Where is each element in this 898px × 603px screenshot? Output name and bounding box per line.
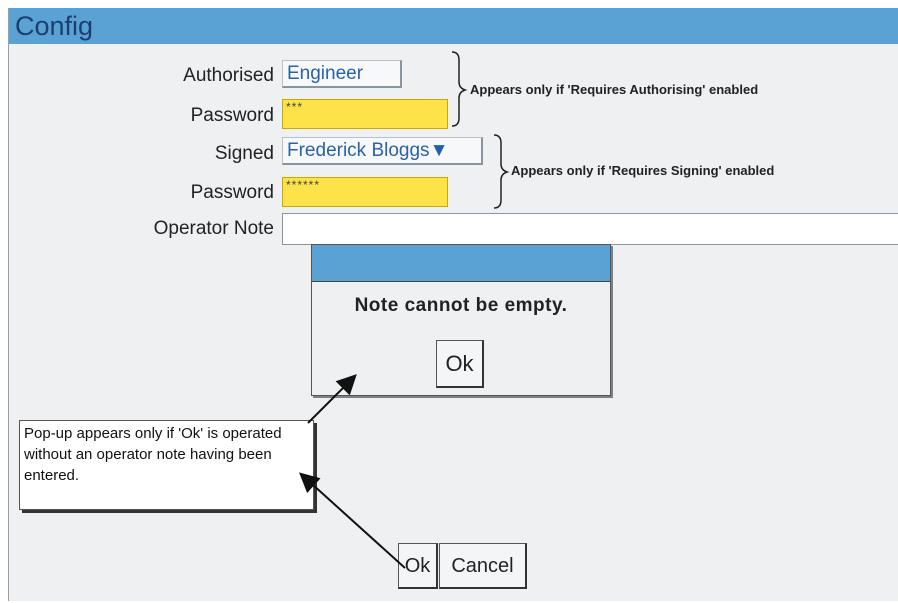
authorised-field[interactable]: Engineer: [282, 60, 402, 88]
title-bar: Config: [9, 8, 898, 44]
operator-note-label: Operator Note: [153, 218, 274, 239]
password1-mask: ***: [286, 100, 304, 114]
password2-field[interactable]: ******: [282, 177, 448, 207]
config-screen: Config Authorised Engineer Password *** …: [8, 8, 898, 601]
ok-label: Ok: [404, 555, 431, 577]
authorising-note: Appears only if 'Requires Authorising' e…: [470, 82, 759, 97]
chevron-down-icon: ▼: [429, 140, 449, 161]
cancel-button[interactable]: Cancel: [439, 543, 527, 589]
popup-ok-button[interactable]: Ok: [436, 340, 484, 388]
password2-mask: ******: [286, 178, 321, 192]
signed-label: Signed: [214, 143, 274, 164]
password1-label: Password: [190, 105, 274, 126]
password1-field[interactable]: ***: [282, 99, 448, 129]
authorised-label: Authorised: [183, 65, 274, 86]
operator-note-field[interactable]: [282, 213, 898, 245]
password2-label: Password: [190, 182, 274, 203]
popup-title-bar: [312, 245, 610, 282]
error-popup: Note cannot be empty. Ok: [311, 244, 611, 396]
popup-callout: Pop-up appears only if 'Ok' is operated …: [19, 420, 314, 510]
signing-note: Appears only if 'Requires Signing' enabl…: [511, 163, 775, 178]
ok-button[interactable]: Ok: [398, 543, 438, 589]
popup-message: Note cannot be empty.: [354, 295, 568, 316]
authorised-value: Engineer: [287, 63, 364, 84]
signed-value: Frederick Bloggs: [287, 140, 430, 161]
window-title: Config: [15, 11, 94, 41]
cancel-label: Cancel: [451, 555, 514, 577]
signed-dropdown[interactable]: Frederick Bloggs▼: [282, 137, 483, 165]
popup-ok-label: Ok: [445, 351, 474, 376]
